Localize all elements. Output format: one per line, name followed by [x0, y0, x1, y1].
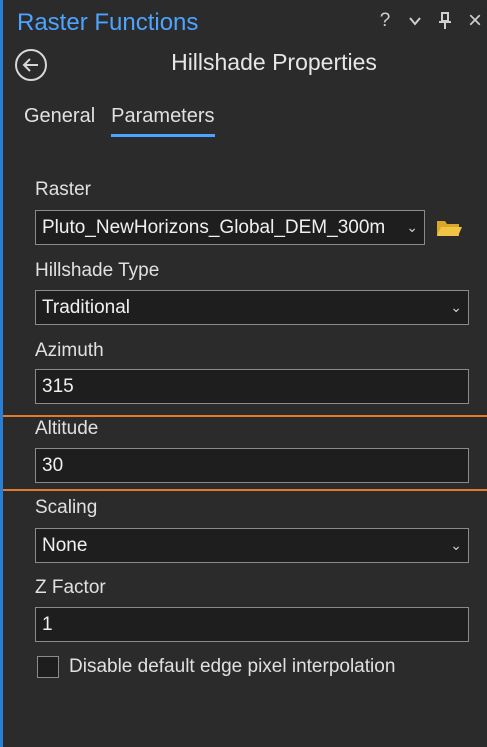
hillshade-type-label: Hillshade Type: [35, 260, 160, 281]
azimuth-input[interactable]: 315: [35, 369, 469, 404]
tab-general[interactable]: General: [24, 105, 95, 137]
azimuth-value: 315: [42, 375, 74, 397]
title-tools: ? ×: [377, 7, 483, 34]
azimuth-label: Azimuth: [35, 340, 104, 361]
chevron-down-icon: ⌄: [450, 299, 462, 315]
folder-icon[interactable]: [435, 216, 463, 240]
highlight-bottom-line: [3, 489, 487, 491]
tab-bar: General Parameters: [24, 105, 215, 137]
z-factor-input[interactable]: 1: [35, 607, 469, 642]
chevron-down-icon: ⌄: [406, 219, 418, 235]
help-icon[interactable]: ?: [377, 10, 393, 32]
chevron-down-icon[interactable]: [407, 10, 423, 32]
scaling-select[interactable]: None ⌄: [35, 528, 469, 563]
pin-icon[interactable]: [437, 10, 453, 32]
z-factor-label: Z Factor: [35, 577, 106, 598]
hillshade-type-select[interactable]: Traditional ⌄: [35, 290, 469, 325]
scaling-label: Scaling: [35, 497, 98, 518]
close-icon[interactable]: ×: [467, 7, 483, 34]
edge-interpolation-label: Disable default edge pixel interpolation: [69, 656, 396, 677]
highlight-top-line: [3, 415, 487, 417]
altitude-label: Altitude: [35, 418, 99, 439]
z-factor-value: 1: [42, 613, 53, 635]
raster-label: Raster: [35, 179, 91, 200]
edge-interpolation-checkbox[interactable]: [37, 656, 59, 678]
raster-select[interactable]: Pluto_NewHorizons_Global_DEM_300m ⌄: [35, 210, 425, 245]
raster-functions-pane: Raster Functions ? × Hillshade Propertie…: [0, 0, 487, 747]
tab-parameters[interactable]: Parameters: [111, 105, 215, 137]
altitude-input[interactable]: 30: [35, 448, 469, 483]
edge-interpolation-row: Disable default edge pixel interpolation: [37, 656, 395, 678]
chevron-down-icon: ⌄: [450, 537, 462, 553]
title-bar: Raster Functions ? ×: [3, 0, 487, 46]
altitude-value: 30: [42, 454, 64, 476]
pane-title: Raster Functions: [17, 9, 199, 36]
scaling-value: None: [42, 534, 88, 556]
hillshade-type-value: Traditional: [42, 296, 131, 318]
raster-value: Pluto_NewHorizons_Global_DEM_300m: [42, 216, 386, 238]
properties-title: Hillshade Properties: [171, 49, 377, 75]
